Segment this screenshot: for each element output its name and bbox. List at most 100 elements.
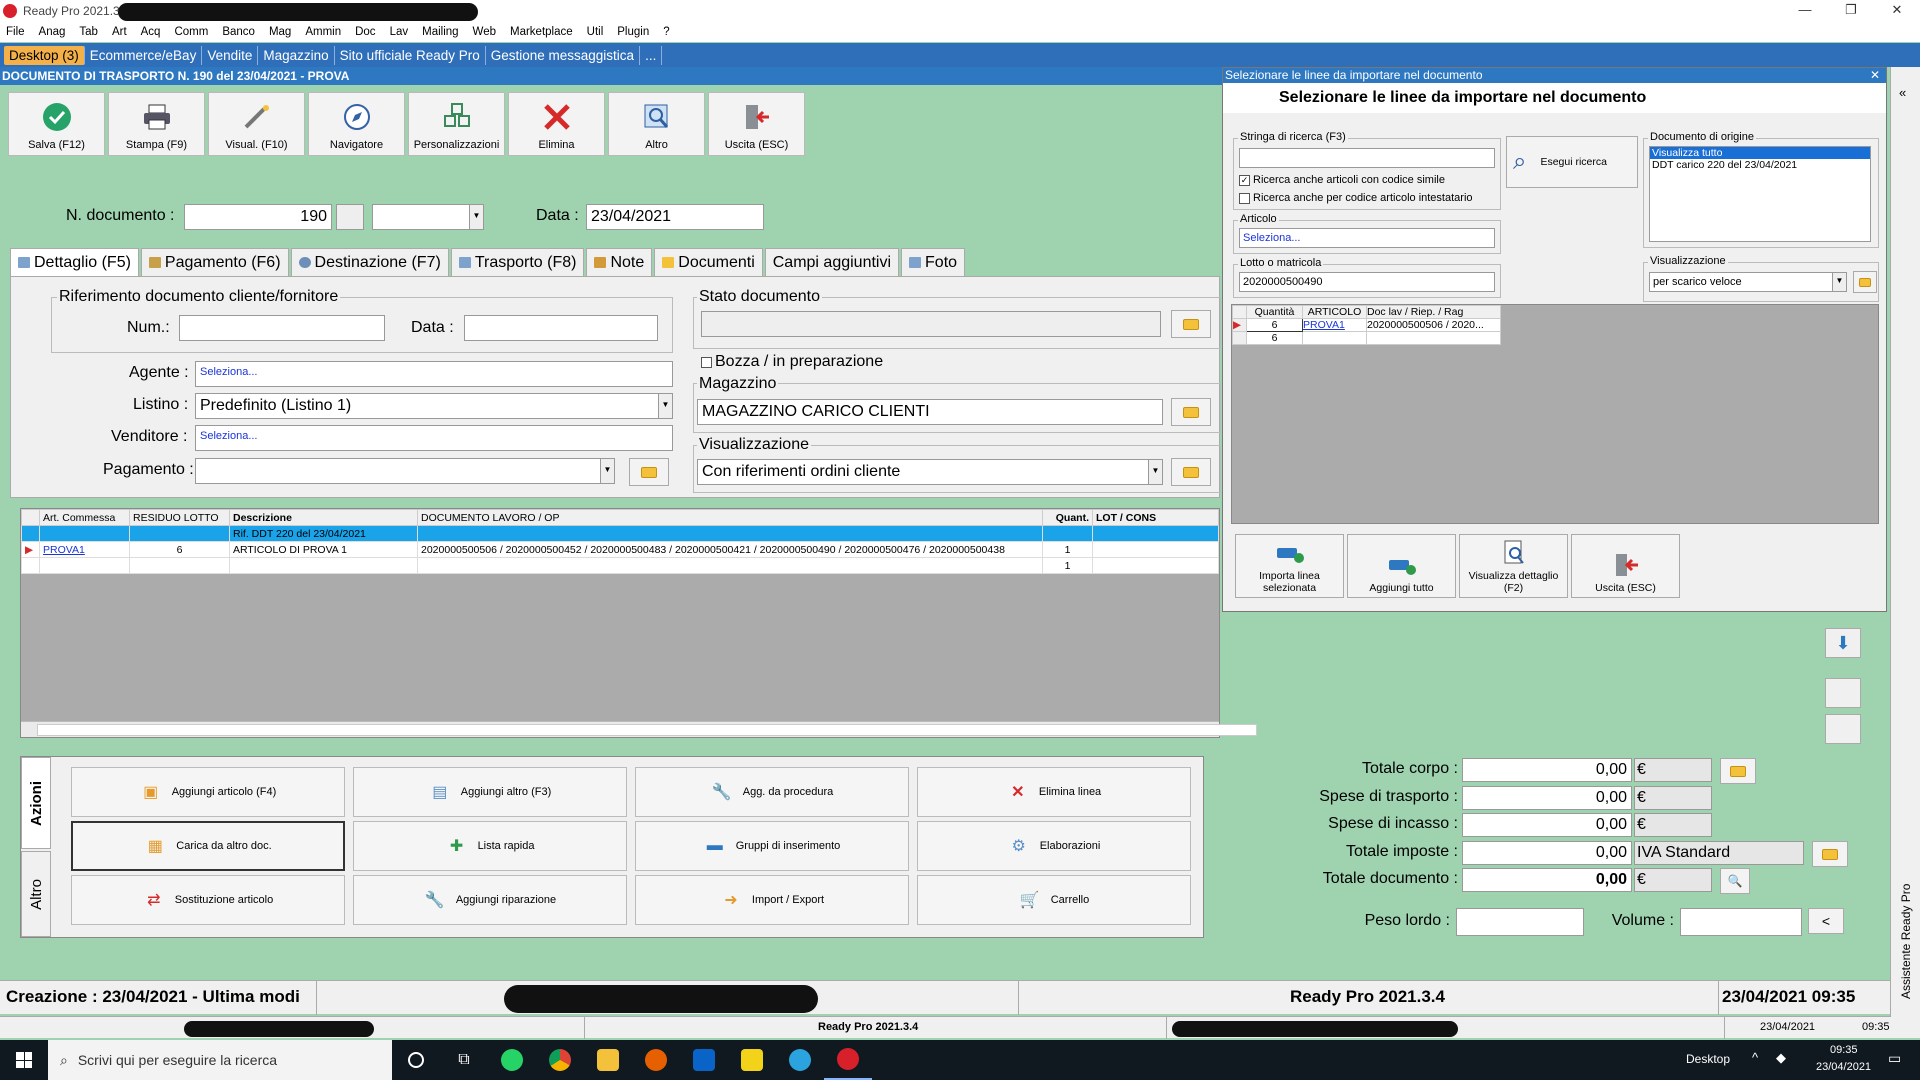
menu-mailing[interactable]: Mailing <box>422 26 458 38</box>
ref-num-field[interactable] <box>179 315 385 341</box>
load-from-doc-button[interactable]: ▦ Carica da altro doc. <box>71 821 345 871</box>
table-row[interactable]: ▶ PROVA1 6 ARTICOLO DI PROVA 1 202000050… <box>21 541 1219 558</box>
file-explorer-icon[interactable] <box>584 1040 632 1080</box>
col-art-commessa[interactable]: Art. Commessa <box>39 509 130 526</box>
menu-util[interactable]: Util <box>587 26 604 38</box>
menu-help[interactable]: ? <box>663 26 669 38</box>
add-repair-button[interactable]: 🔧 Aggiungi riparazione <box>353 875 627 925</box>
tab-pagamento[interactable]: Pagamento (F6) <box>140 248 289 276</box>
close-button[interactable]: ✕ <box>1874 0 1920 22</box>
delete-line-button[interactable]: ✕ Elimina linea <box>917 767 1191 817</box>
tab-note[interactable]: Note <box>586 248 653 276</box>
menu-doc[interactable]: Doc <box>355 26 375 38</box>
navigator-button[interactable]: Navigatore <box>308 92 405 156</box>
telegram-icon[interactable] <box>776 1040 824 1080</box>
volume-field[interactable] <box>1680 908 1802 936</box>
tab-foto[interactable]: Foto <box>901 248 966 276</box>
customize-button[interactable]: Personalizzazioni <box>408 92 505 156</box>
col-lot-cons[interactable]: LOT / CONS <box>1092 509 1219 526</box>
search-input[interactable] <box>1239 148 1495 168</box>
view-mode-select[interactable]: per scarico veloce ▼ <box>1649 272 1847 292</box>
exit-button[interactable]: Uscita (ESC) <box>708 92 805 156</box>
refresh-button[interactable] <box>1825 678 1861 708</box>
table-row[interactable]: 1 <box>21 557 1219 574</box>
task-view-icon[interactable]: ⧉ <box>440 1040 488 1080</box>
document-series-select[interactable]: ▼ <box>372 204 484 230</box>
copy-button[interactable] <box>1825 714 1861 744</box>
print-button[interactable]: Stampa (F9) <box>108 92 205 156</box>
cortana-icon[interactable] <box>392 1040 440 1080</box>
tab-magazzino[interactable]: Magazzino <box>258 45 335 65</box>
quick-list-button[interactable]: ✚ Lista rapida <box>353 821 627 871</box>
save-button[interactable]: Salva (F12) <box>8 92 105 156</box>
menu-mag[interactable]: Mag <box>269 26 291 38</box>
outlook-icon[interactable] <box>680 1040 728 1080</box>
shipping-cost-field[interactable]: 0,00 <box>1462 786 1632 810</box>
table-row[interactable]: 6 <box>1232 331 1501 345</box>
vat-folder-button[interactable] <box>1812 841 1848 867</box>
import-selected-line-button[interactable]: Importa linea selezionata <box>1235 534 1344 598</box>
ref-date-field[interactable] <box>464 315 658 341</box>
add-other-button[interactable]: ▤ Aggiungi altro (F3) <box>353 767 627 817</box>
horizontal-scrollbar[interactable] <box>21 721 1257 737</box>
menu-comm[interactable]: Comm <box>174 26 208 38</box>
col-residuo-lotto[interactable]: RESIDUO LOTTO <box>129 509 230 526</box>
menu-plugin[interactable]: Plugin <box>617 26 649 38</box>
taskbar-search[interactable]: ⌕ Scrivi qui per eseguire la ricerca <box>48 1040 392 1080</box>
article-field[interactable]: Seleziona... <box>1239 228 1495 248</box>
menu-tab[interactable]: Tab <box>79 26 98 38</box>
desktop-label[interactable]: Desktop <box>1686 1052 1730 1066</box>
list-item[interactable]: Visualizza tutto <box>1650 147 1870 159</box>
warehouse-folder-button[interactable] <box>1171 398 1211 426</box>
dropbox-icon[interactable]: ◆ <box>1776 1050 1786 1066</box>
minimize-button[interactable]: — <box>1782 0 1828 22</box>
payment-select[interactable]: ▼ <box>195 458 615 484</box>
warehouse-field[interactable]: MAGAZZINO CARICO CLIENTI <box>697 399 1163 425</box>
tray-chevron-icon[interactable]: ^ <box>1752 1050 1758 1065</box>
menu-acq[interactable]: Acq <box>141 26 161 38</box>
dialog-lines-grid[interactable]: Quantità ARTICOLO Doc lav / Riep. / Rag … <box>1231 304 1879 524</box>
col-articolo[interactable]: ARTICOLO <box>1302 305 1367 319</box>
table-row[interactable]: ▶ 6 PROVA1 2020000500506 / 2020... <box>1232 318 1501 332</box>
view-select[interactable]: Con riferimenti ordini cliente ▼ <box>697 459 1163 485</box>
processing-button[interactable]: ⚙ Elaborazioni <box>917 821 1191 871</box>
col-quant[interactable]: Quant. <box>1042 509 1093 526</box>
view-mode-folder-button[interactable] <box>1853 271 1877 293</box>
tab-more[interactable]: ... <box>640 45 663 65</box>
col-doc-lav[interactable]: Doc lav / Riep. / Rag <box>1366 305 1501 319</box>
similar-code-checkbox[interactable]: ✓ Ricerca anche articoli con codice simil… <box>1239 174 1445 186</box>
cart-button[interactable]: 🛒 Carrello <box>917 875 1191 925</box>
add-article-button[interactable]: ▣ Aggiungi articolo (F4) <box>71 767 345 817</box>
col-descrizione[interactable]: Descrizione <box>229 509 418 526</box>
tab-documenti[interactable]: Documenti <box>654 248 763 276</box>
origin-list[interactable]: Visualizza tutto DDT carico 220 del 23/0… <box>1649 146 1871 242</box>
menu-lav[interactable]: Lav <box>390 26 409 38</box>
payment-folder-button[interactable] <box>629 458 669 486</box>
tab-azioni[interactable]: Azioni <box>21 757 51 849</box>
menu-art[interactable]: Art <box>112 26 127 38</box>
draft-checkbox[interactable]: Bozza / in preparazione <box>701 353 883 371</box>
start-button[interactable] <box>0 1040 48 1080</box>
document-suffix-field[interactable] <box>336 204 364 230</box>
add-from-procedure-button[interactable]: 🔧 Agg. da procedura <box>635 767 909 817</box>
col-quantita[interactable]: Quantità <box>1246 305 1303 319</box>
tab-ecommerce[interactable]: Ecommerce/eBay <box>85 45 203 65</box>
scroll-thumb[interactable] <box>37 724 1257 736</box>
ready-pro-icon[interactable] <box>824 1040 872 1080</box>
menu-banco[interactable]: Banco <box>222 26 255 38</box>
menu-file[interactable]: File <box>6 26 25 38</box>
run-search-button[interactable]: ⌕ Esegui ricerca <box>1506 136 1638 188</box>
whatsapp-icon[interactable] <box>488 1040 536 1080</box>
menu-marketplace[interactable]: Marketplace <box>510 26 573 38</box>
view-button[interactable]: Visual. (F10) <box>208 92 305 156</box>
view-detail-button[interactable]: Visualizza dettaglio (F2) <box>1459 534 1568 598</box>
gross-weight-field[interactable] <box>1456 908 1584 936</box>
add-all-button[interactable]: Aggiungi tutto <box>1347 534 1456 598</box>
firefox-icon[interactable] <box>632 1040 680 1080</box>
dialog-exit-button[interactable]: Uscita (ESC) <box>1571 534 1680 598</box>
maximize-button[interactable]: ❐ <box>1828 0 1874 22</box>
assistant-label[interactable]: Assistente Ready Pro <box>1899 869 1913 999</box>
article-link[interactable]: PROVA1 <box>43 544 85 556</box>
table-row[interactable]: Rif. DDT 220 del 23/04/2021 <box>21 525 1219 542</box>
document-number-field[interactable]: 190 <box>184 204 332 230</box>
